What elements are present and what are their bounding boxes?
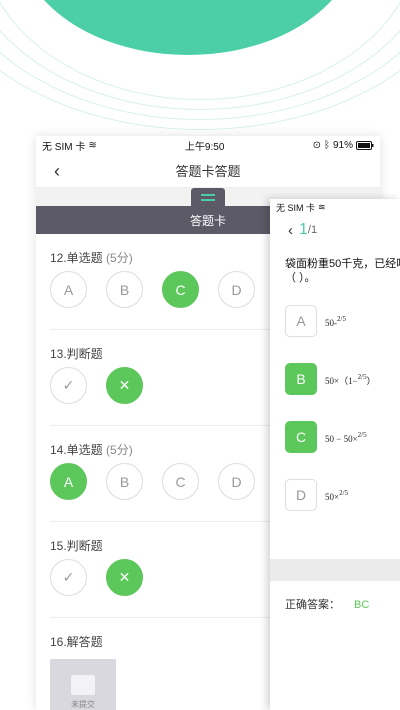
page-title: 答题卡答题 — [175, 164, 241, 179]
question-stem: 袋面粉重50千克，已经吃 （ ）。 — [285, 258, 400, 284]
header-decoration — [0, 0, 400, 140]
option-a-box[interactable]: A — [285, 305, 317, 337]
option-a-button[interactable]: A — [50, 463, 87, 500]
detail-option[interactable]: A 50-2/5 — [270, 305, 400, 363]
answer-card-label: 答题卡 — [189, 213, 226, 228]
detail-option[interactable]: C 50 − 50×2/5 — [270, 421, 400, 479]
option-d-box[interactable]: D — [285, 479, 317, 511]
correct-answer-row: 正确答案： BC — [285, 596, 369, 612]
battery-text: 91% — [332, 139, 353, 151]
option-c-box[interactable]: C — [285, 421, 317, 453]
current-question-number: 1 — [299, 221, 308, 238]
carrier-text: 无 SIM 卡 — [42, 141, 86, 153]
option-a-button[interactable]: A — [50, 271, 87, 308]
detail-option[interactable]: B 50×（1−2/5） — [270, 363, 400, 421]
true-option-icon[interactable]: ✓ — [50, 559, 87, 596]
true-option-icon[interactable]: ✓ — [50, 367, 87, 404]
option-d-button[interactable]: D — [218, 271, 255, 308]
back-icon[interactable]: ‹ — [288, 222, 293, 239]
option-formula: 50-2/5 — [325, 315, 346, 328]
false-option-icon[interactable]: ✕ — [106, 559, 143, 596]
section-divider — [270, 559, 400, 581]
back-icon[interactable]: ‹ — [54, 161, 60, 182]
nav-bar: ‹ 答题卡答题 — [36, 154, 380, 188]
detail-option-list: A 50-2/5 B 50×（1−2/5） C 50 − 50×2/5 D 50… — [270, 305, 400, 537]
option-c-button[interactable]: C — [162, 463, 199, 500]
option-formula: 50×（1−2/5） — [325, 373, 376, 386]
option-b-box[interactable]: B — [285, 363, 317, 395]
status-bar: 无 SIM 卡 ≋ 上午9:50 ⊙ ᛒ 91% — [36, 136, 380, 154]
option-b-button[interactable]: B — [106, 271, 143, 308]
battery-icon — [355, 140, 374, 150]
option-formula: 50 − 50×2/5 — [325, 431, 367, 444]
false-option-icon[interactable]: ✕ — [106, 367, 143, 404]
detail-status-bar: 无 SIM 卡 ≋ — [270, 199, 400, 215]
drawer-handle-icon[interactable] — [191, 188, 225, 206]
detail-option[interactable]: D 50×2/5 — [270, 479, 400, 537]
correct-answer-label: 正确答案： — [285, 599, 340, 611]
option-c-button[interactable]: C — [162, 271, 199, 308]
bluetooth-icon: ᛒ — [323, 139, 330, 151]
clock-text: 上午9:50 — [184, 141, 225, 153]
option-d-button[interactable]: D — [218, 463, 255, 500]
correct-answer-value: BC — [354, 599, 370, 611]
option-b-button[interactable]: B — [106, 463, 143, 500]
option-formula: 50×2/5 — [325, 489, 349, 502]
detail-nav-bar: ‹ 1 /1 — [270, 215, 400, 245]
question-detail-screen: 无 SIM 卡 ≋ ‹ 1 /1 袋面粉重50千克，已经吃 （ ）。 A 50-… — [270, 199, 400, 710]
wifi-icon: ≋ — [88, 139, 97, 151]
lock-rotation-icon: ⊙ — [312, 139, 321, 151]
carrier-text: 无 SIM 卡 — [276, 202, 316, 213]
answer-image-thumbnail[interactable]: 未提交 — [50, 659, 116, 710]
total-question-count: /1 — [307, 224, 318, 236]
wifi-icon: ≋ — [318, 201, 326, 212]
image-placeholder-icon — [71, 674, 95, 695]
thumbnail-caption: 未提交 — [71, 699, 95, 709]
